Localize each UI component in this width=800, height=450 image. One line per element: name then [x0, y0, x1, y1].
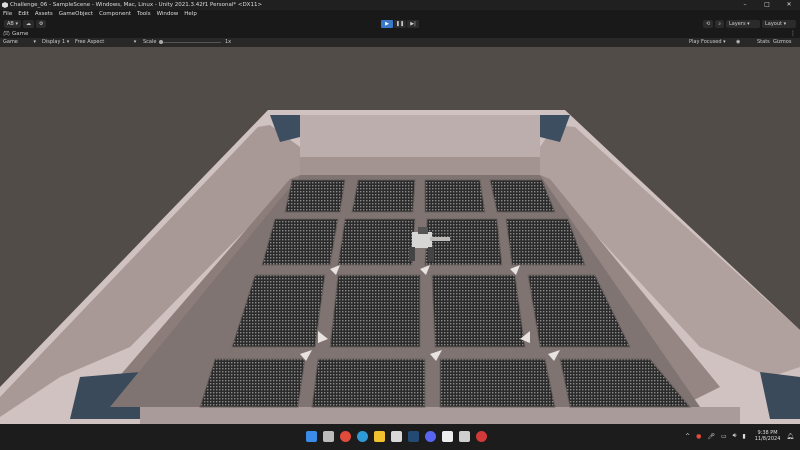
scale-label: Scale	[143, 39, 157, 45]
file-explorer-icon[interactable]	[374, 431, 385, 442]
mute-audio-icon[interactable]: ◉	[736, 38, 740, 47]
play-focused-dropdown[interactable]: Play Focused ▾	[689, 38, 726, 47]
cloud-icon[interactable]: ☁	[22, 20, 34, 28]
clock[interactable]: 9:38 PM 11/8/2024	[755, 430, 781, 442]
game-viewport[interactable]	[0, 47, 800, 424]
search-icon[interactable]: ⌕	[715, 20, 724, 28]
unity-hub-icon[interactable]	[442, 431, 453, 442]
menu-help[interactable]: Help	[184, 11, 197, 17]
task-view-icon[interactable]	[323, 431, 334, 442]
minimize-icon[interactable]: –	[734, 0, 756, 10]
microphone-icon[interactable]: 🎤︎	[707, 433, 715, 440]
discord-icon[interactable]	[425, 431, 436, 442]
windows-taskbar: ^ ● 🎤︎ ▭ 🔊︎ ▮ 9:38 PM 11/8/2024 🔔︎	[0, 424, 800, 450]
gizmos-dropdown[interactable]: Gizmos	[773, 38, 791, 47]
layers-dropdown[interactable]: Layers ▾	[726, 20, 760, 28]
network-icon[interactable]: ▭	[721, 433, 727, 440]
account-button[interactable]: AB ▾	[4, 20, 21, 28]
edge-icon[interactable]	[357, 431, 368, 442]
scale-slider-handle[interactable]	[159, 40, 163, 44]
chevron-up-icon[interactable]: ^	[685, 433, 690, 440]
play-focused-label: Play Focused	[689, 39, 722, 45]
game-mode-dropdown[interactable]: Game ▾	[3, 38, 36, 47]
menu-assets[interactable]: Assets	[35, 11, 53, 17]
recording-app-icon[interactable]	[476, 431, 487, 442]
history-icon[interactable]: ⟲	[702, 20, 714, 28]
window-title: Challenge_06 - SampleScene - Windows, Ma…	[10, 2, 263, 8]
battery-icon[interactable]: ▮	[742, 433, 745, 440]
step-button[interactable]: ▶|	[407, 20, 419, 28]
unity-icon[interactable]	[459, 431, 470, 442]
close-icon[interactable]: ✕	[778, 0, 800, 10]
account-label: AB	[7, 21, 14, 27]
arena-back-wall-shadow	[300, 157, 540, 177]
menu-gameobject[interactable]: GameObject	[59, 11, 93, 17]
display-dropdown[interactable]: Display 1 ▾	[42, 38, 69, 47]
gamepad-icon: 🎮︎	[3, 31, 10, 37]
tray-app-icon[interactable]: ●	[696, 433, 701, 440]
game-scene	[0, 47, 800, 424]
scale-value: 1x	[225, 39, 232, 45]
layout-label: Layout	[765, 21, 782, 27]
unity-logo-icon	[2, 2, 8, 8]
pause-button[interactable]: ❚❚	[394, 20, 406, 28]
menu-component[interactable]: Component	[99, 11, 131, 17]
system-tray: ^ ● 🎤︎ ▭ 🔊︎ ▮ 9:38 PM 11/8/2024 🔔︎	[682, 430, 794, 442]
volume-icon[interactable]: 🔊︎	[733, 432, 737, 440]
collab-icon[interactable]: ⚙	[35, 20, 47, 28]
menu-bar: File Edit Assets GameObject Component To…	[0, 10, 800, 18]
clock-date: 11/8/2024	[754, 436, 781, 442]
menu-tools[interactable]: Tools	[137, 11, 151, 17]
menu-file[interactable]: File	[3, 11, 12, 17]
stats-button[interactable]: Stats	[757, 38, 770, 47]
title-bar: Challenge_06 - SampleScene - Windows, Ma…	[0, 0, 800, 10]
tab-bar: 🎮︎ Game ⋮	[0, 30, 800, 38]
layers-label: Layers	[729, 21, 746, 27]
steam-icon[interactable]	[408, 431, 419, 442]
scale-slider[interactable]	[159, 40, 221, 44]
tab-game-label: Game	[11, 31, 29, 37]
tab-game[interactable]: 🎮︎ Game	[3, 31, 28, 37]
aspect-dropdown[interactable]: Free Aspect ▾	[75, 38, 136, 47]
notification-icon[interactable]: 🔔︎	[786, 433, 794, 440]
play-button[interactable]: ▶	[381, 20, 393, 28]
menu-edit[interactable]: Edit	[18, 11, 29, 17]
arena-front-ledge	[140, 407, 740, 424]
app-icon[interactable]	[391, 431, 402, 442]
chrome-icon[interactable]	[340, 431, 351, 442]
gizmos-label: Gizmos	[773, 39, 792, 45]
aspect-label: Free Aspect	[75, 39, 105, 45]
display-label: Display 1	[42, 39, 66, 45]
layout-dropdown[interactable]: Layout ▾	[762, 20, 796, 28]
start-icon[interactable]	[306, 431, 317, 442]
game-mode-label: Game	[3, 39, 18, 45]
maximize-icon[interactable]: □	[756, 0, 778, 10]
more-options-icon[interactable]: ⋮	[790, 30, 796, 37]
menu-window[interactable]: Window	[157, 11, 179, 17]
